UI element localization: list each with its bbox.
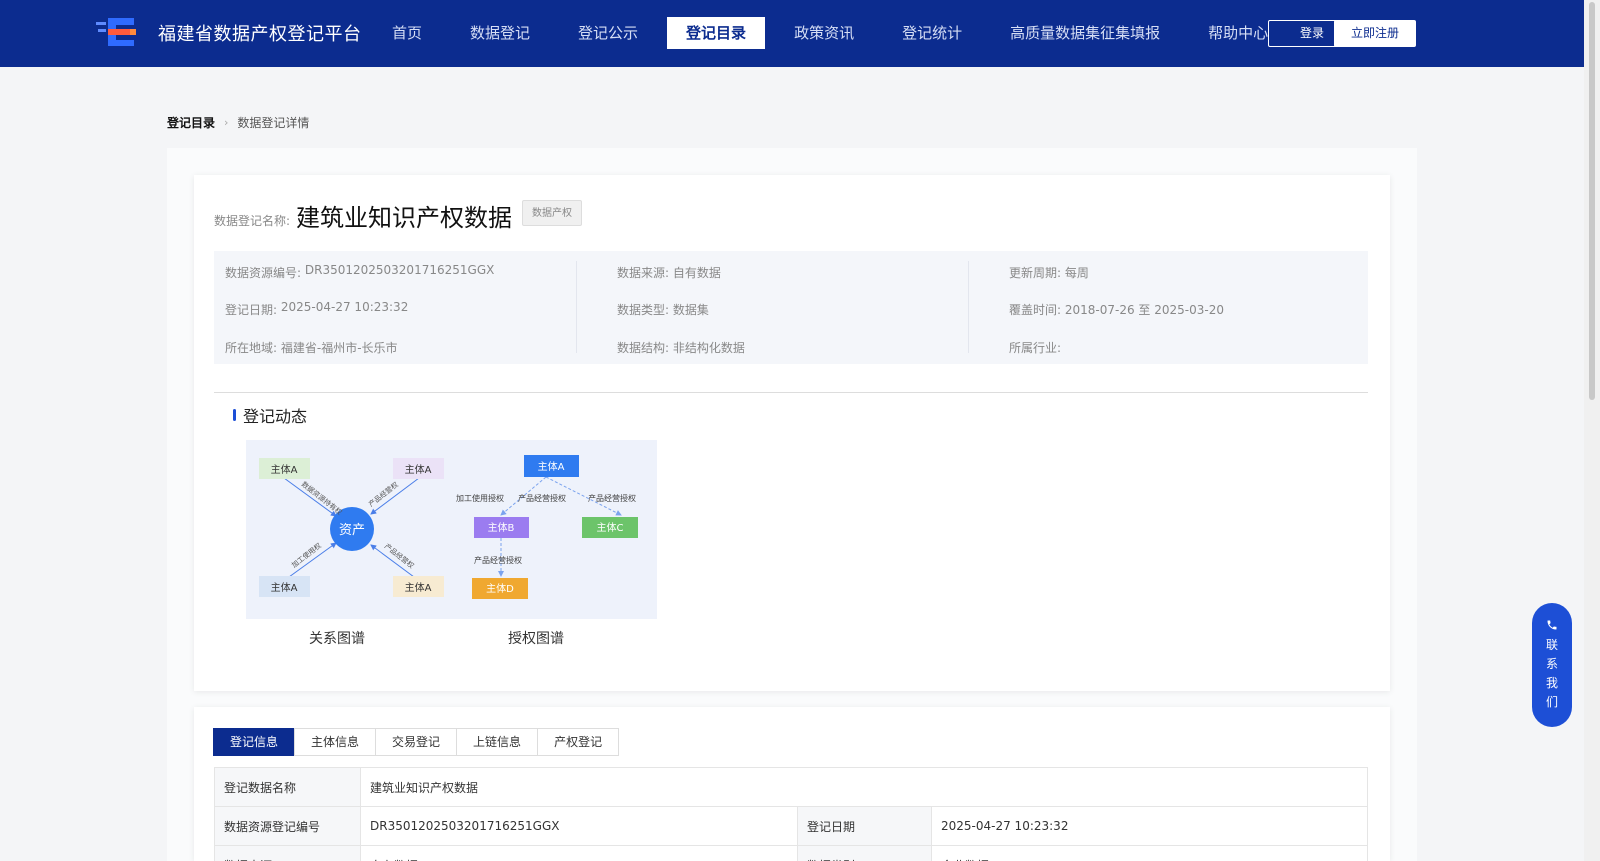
main-nav: 首页 数据登记 登记公示 登记目录 政策资讯 登记统计 高质量数据集征集填报 帮… (373, 17, 1297, 49)
auth-edge-label: 产品经营授权 (518, 493, 566, 503)
info-reg-date: 登记日期: 2025-04-27 10:23:32 (225, 300, 409, 318)
edge-label: 数据资源持有权 (300, 479, 344, 516)
column-divider (968, 261, 969, 353)
info-label: 更新周期: (1009, 266, 1062, 280)
edge-label: 加工使用权 (290, 541, 323, 570)
chevron-right-icon: › (224, 116, 229, 129)
contact-us-button[interactable]: 联 系 我 们 (1532, 603, 1572, 727)
info-source: 数据来源: 自有数据 (617, 264, 721, 281)
info-value: 数据集 (672, 303, 709, 317)
info-type: 数据类型: 数据集 (617, 301, 709, 318)
category-badge: 数据产权 (522, 200, 582, 226)
asset-node-label: 资产 (339, 523, 365, 538)
info-value: 自有数据 (672, 266, 721, 280)
info-resource-no: 数据资源编号: DR3501202503201716251GGX (225, 263, 495, 281)
info-value: 每周 (1064, 266, 1089, 280)
entity-node-label: 主体A (405, 582, 432, 594)
info-label: 数据来源: (617, 266, 670, 280)
nav-item-registration-catalog[interactable]: 登记目录 (667, 17, 766, 49)
nav-item-registration-notice[interactable]: 登记公示 (559, 17, 657, 49)
info-label: 数据资源编号: (225, 266, 302, 280)
nav-item-home[interactable]: 首页 (373, 17, 441, 49)
info-label: 所在地域: (225, 341, 278, 355)
entity-node-label: 主体A (405, 464, 432, 476)
tab-entity-info[interactable]: 主体信息 (294, 728, 377, 756)
nav-item-dataset-collection[interactable]: 高质量数据集征集填报 (991, 17, 1179, 49)
info-structure: 数据结构: 非结构化数据 (617, 339, 745, 356)
info-label: 数据类型: (617, 303, 670, 317)
column-divider (576, 261, 577, 353)
info-value: DR3501202503201716251GGX (304, 263, 495, 277)
authorization-graph-caption[interactable]: 授权图谱 (508, 628, 564, 648)
scrollbar-thumb[interactable] (1589, 2, 1595, 400)
relation-graph-caption[interactable]: 关系图谱 (309, 628, 365, 648)
entity-node-label: 主体A (271, 464, 298, 476)
section-accent-bar (233, 409, 236, 421)
info-label: 数据结构: (617, 341, 670, 355)
info-label: 覆盖时间: (1009, 303, 1062, 317)
breadcrumb-root[interactable]: 登记目录 (167, 114, 215, 131)
tab-registration-info[interactable]: 登记信息 (213, 728, 296, 756)
detail-tabs: 登记信息 主体信息 交易登记 上链信息 产权登记 (213, 728, 620, 756)
table-key: 登记日期 (797, 806, 932, 846)
auth-node-label: 主体C (597, 522, 624, 534)
graph-svg: 资产 主体A 主体A 主体A 主体A 数据资源持有权 产品经营权 加工使用权 产… (259, 455, 638, 599)
table-value: 建筑业知识产权数据 (360, 767, 1368, 807)
top-header: 福建省数据产权登记平台 首页 数据登记 登记公示 登记目录 政策资讯 登记统计 … (0, 0, 1584, 67)
info-value: 2025-04-27 10:23:32 (280, 300, 409, 314)
graph-thumbnail[interactable]: 资产 主体A 主体A 主体A 主体A 数据资源持有权 产品经营权 加工使用权 产… (246, 440, 657, 619)
table-value: 企业数据 (931, 845, 1368, 861)
table-key: 数据来源 (214, 845, 361, 861)
breadcrumb: 登记目录 › 数据登记详情 (167, 114, 309, 131)
auth-node-label: 主体D (486, 583, 514, 595)
nav-item-registration-stats[interactable]: 登记统计 (883, 17, 981, 49)
info-label: 登记日期: (225, 303, 278, 317)
auth-node-label: 主体A (538, 461, 565, 473)
table-row: 数据资源登记编号 DR3501202503201716251GGX 登记日期 2… (214, 806, 1368, 846)
auth-node-label: 主体B (488, 522, 515, 534)
contact-label-char: 们 (1545, 695, 1558, 709)
table-key: 登记数据名称 (214, 767, 361, 807)
table-value: 2025-04-27 10:23:32 (931, 806, 1368, 846)
table-key: 数据类别 (797, 845, 932, 861)
auth-edge-label: 产品经营授权 (588, 493, 636, 503)
registration-name: 建筑业知识产权数据 (296, 204, 512, 232)
registration-name-label: 数据登记名称: (214, 214, 291, 228)
site-title[interactable]: 福建省数据产权登记平台 (158, 20, 362, 46)
info-update-cycle: 更新周期: 每周 (1009, 264, 1089, 281)
info-value: 非结构化数据 (672, 341, 745, 355)
register-button[interactable]: 立即注册 (1334, 20, 1416, 47)
contact-label-char: 我 (1545, 676, 1558, 690)
table-row: 登记数据名称 建筑业知识产权数据 (214, 767, 1368, 807)
table-value: 自有数据 (360, 845, 798, 861)
auth-edge-label: 产品经营授权 (474, 555, 522, 565)
contact-label-char: 系 (1545, 657, 1558, 671)
nav-item-data-registration[interactable]: 数据登记 (451, 17, 549, 49)
tab-onchain-info[interactable]: 上链信息 (456, 728, 539, 756)
phone-icon (1532, 619, 1572, 635)
breadcrumb-current: 数据登记详情 (237, 116, 310, 130)
info-value: 2018-07-26 至 2025-03-20 (1064, 303, 1224, 317)
info-value: 福建省-福州市-长乐市 (280, 341, 398, 355)
info-coverage: 覆盖时间: 2018-07-26 至 2025-03-20 (1009, 301, 1224, 318)
section-divider (214, 392, 1368, 393)
nav-item-policy-news[interactable]: 政策资讯 (775, 17, 873, 49)
info-region: 所在地域: 福建省-福州市-长乐市 (225, 339, 398, 356)
registration-info-table: 登记数据名称 建筑业知识产权数据 数据资源登记编号 DR350120250320… (214, 767, 1368, 861)
platform-logo-icon[interactable] (96, 16, 140, 48)
tab-property-registration[interactable]: 产权登记 (537, 728, 620, 756)
auth-edge-label: 加工使用授权 (456, 493, 504, 503)
info-label: 所属行业: (1009, 341, 1062, 355)
entity-node-label: 主体A (271, 582, 298, 594)
table-row: 数据来源 自有数据 数据类别 企业数据 (214, 845, 1368, 861)
table-value: DR3501202503201716251GGX (360, 806, 798, 846)
section-title-dynamics: 登记动态 (243, 407, 308, 426)
info-industry: 所属行业: (1009, 339, 1061, 356)
page-scrollbar[interactable] (1584, 0, 1600, 861)
contact-label-char: 联 (1545, 638, 1558, 652)
tab-transaction-registration[interactable]: 交易登记 (375, 728, 458, 756)
table-key: 数据资源登记编号 (214, 806, 361, 846)
